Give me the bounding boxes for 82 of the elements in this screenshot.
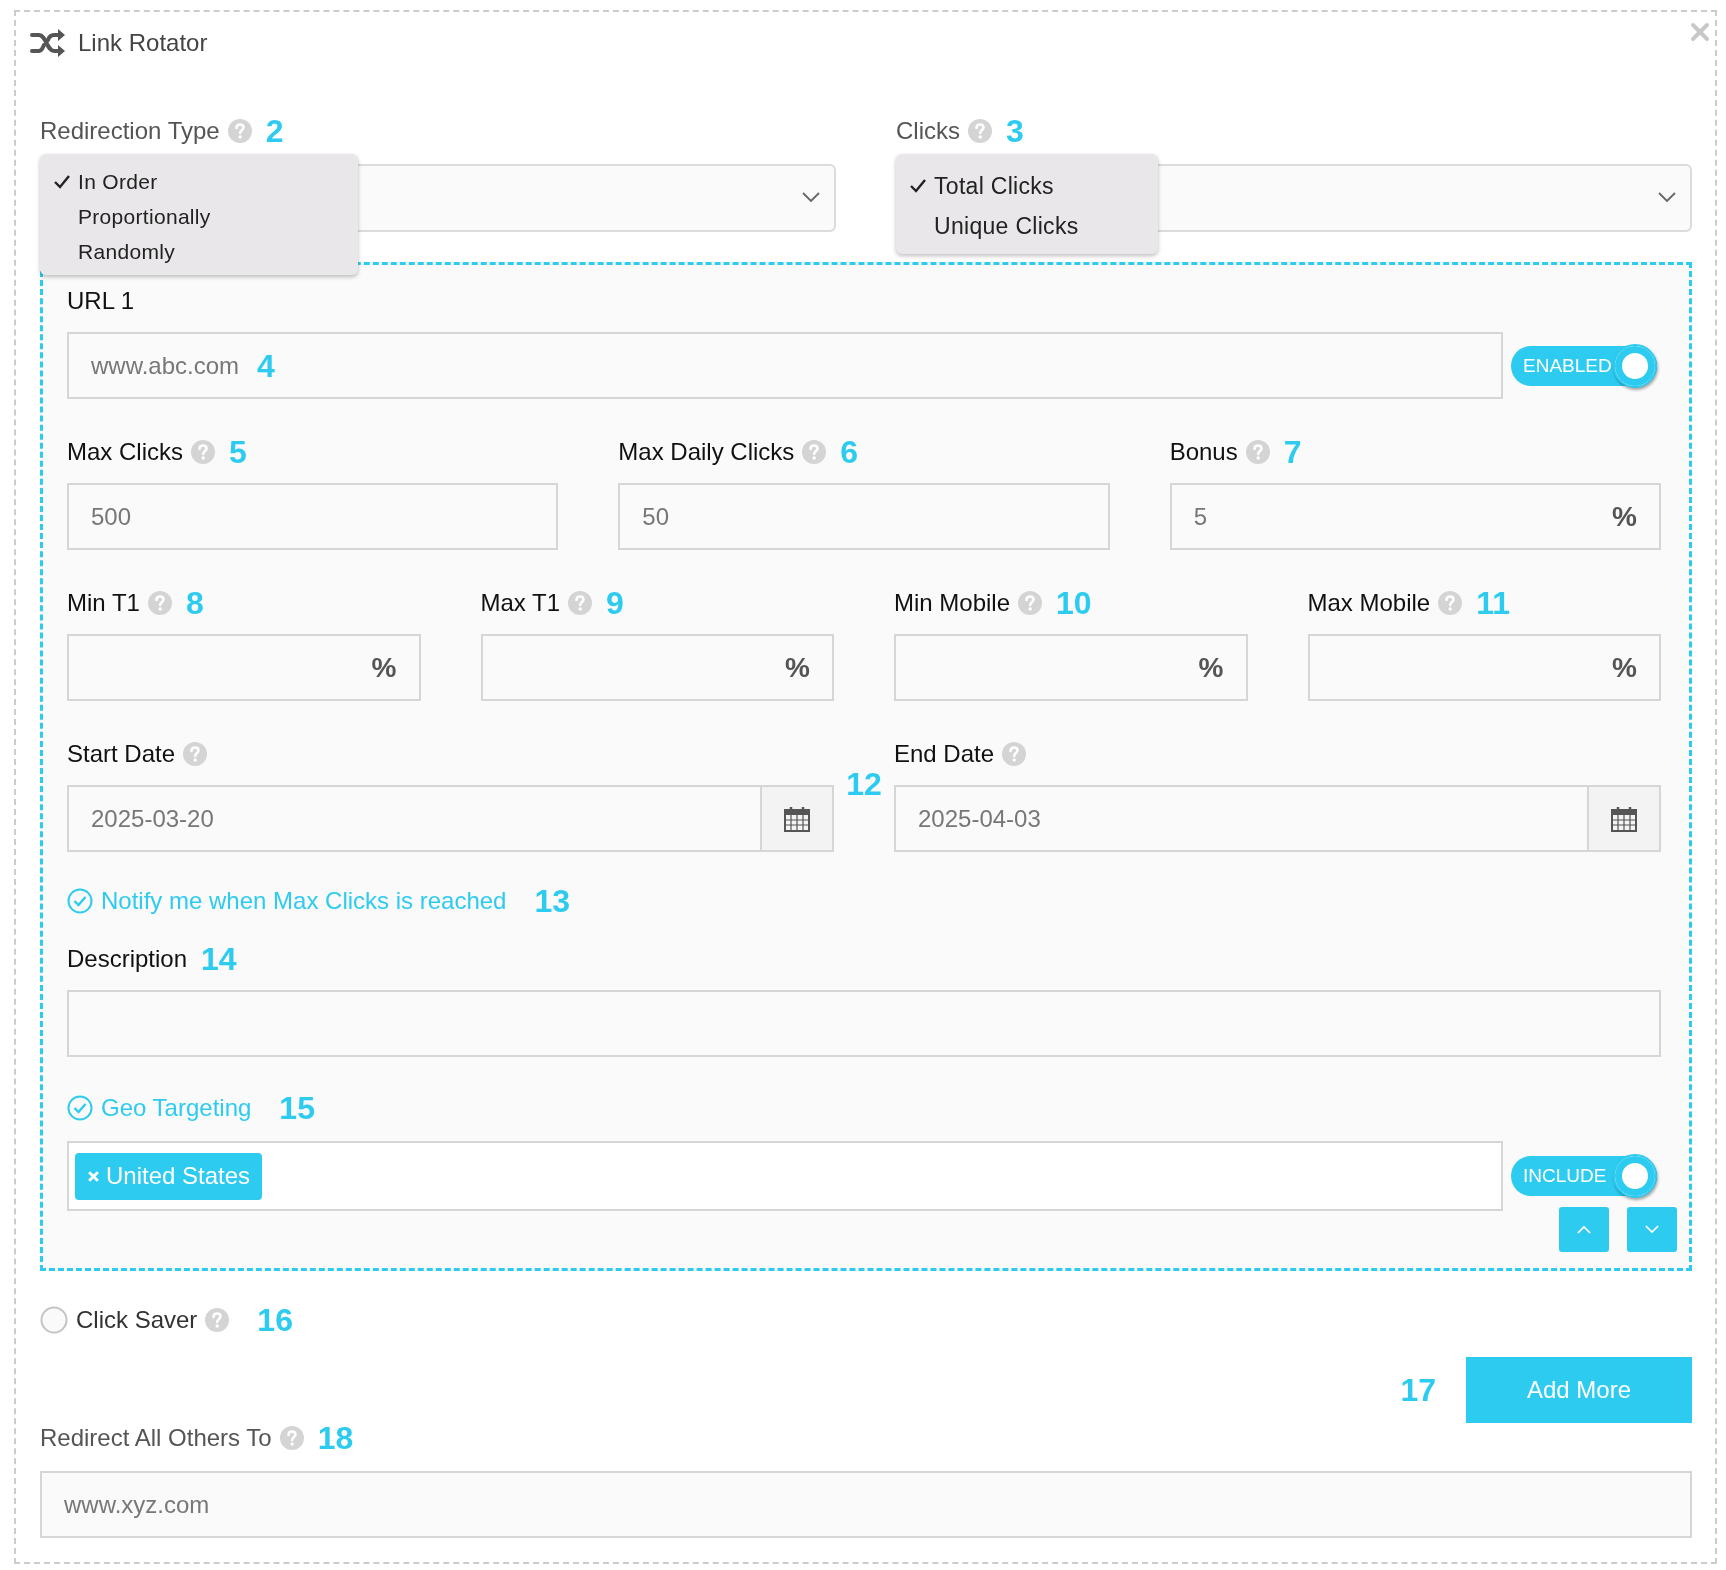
number-field[interactable]: 5 %	[1169, 483, 1661, 550]
help-icon[interactable]	[568, 591, 593, 615]
percent-sign: %	[371, 651, 397, 684]
percent-field[interactable]: %	[67, 634, 421, 701]
percent-field[interactable]: %	[894, 634, 1248, 701]
percent-sign: %	[1612, 651, 1637, 684]
annotation-number: 13	[534, 886, 571, 916]
menu-item[interactable]: Randomly	[40, 234, 358, 269]
close-icon[interactable]	[1690, 22, 1710, 42]
percent-field[interactable]: %	[480, 634, 834, 701]
field-label: Clicks	[896, 116, 960, 146]
field-label: Max Daily Clicks	[618, 437, 795, 467]
help-icon[interactable]	[1018, 591, 1043, 615]
number-field[interactable]: 50	[618, 483, 1110, 550]
annotation-number: 12	[846, 769, 882, 804]
help-icon[interactable]	[147, 591, 172, 615]
annotation-number: 15	[279, 1093, 315, 1123]
move-up-button[interactable]	[1559, 1207, 1609, 1252]
percent-sign: %	[1612, 500, 1637, 533]
shuffle-icon	[30, 29, 66, 57]
annotation-number: 6	[840, 437, 859, 467]
field-label: Max T1	[480, 588, 561, 618]
chevron-up-icon	[1577, 1225, 1591, 1234]
date-field[interactable]: 2025-03-20	[67, 785, 834, 852]
annotation-number: 18	[317, 1423, 354, 1453]
help-icon[interactable]	[1438, 591, 1463, 615]
url-field[interactable]: www.abc.com 4	[67, 332, 1503, 399]
field-label: Min T1	[67, 588, 140, 618]
number-field[interactable]: 500	[67, 483, 559, 550]
field-label: End Date	[894, 739, 995, 769]
check-circle-icon[interactable]	[67, 888, 93, 914]
annotation-number: 5	[229, 437, 247, 467]
description-field[interactable]	[67, 990, 1661, 1057]
help-icon[interactable]	[968, 119, 992, 143]
percent-sign: %	[1198, 651, 1224, 684]
help-icon[interactable]	[205, 1308, 230, 1332]
percent-sign: %	[785, 651, 810, 684]
percent-field[interactable]: %	[1307, 634, 1661, 701]
chevron-down-icon	[1658, 192, 1676, 202]
help-icon[interactable]	[279, 1426, 304, 1450]
chevron-down-icon	[1645, 1225, 1659, 1234]
annotation-number: 11	[1476, 588, 1511, 618]
menu-item[interactable]: In Order	[40, 164, 358, 199]
annotation-number: 3	[1006, 116, 1024, 146]
annotation-number: 16	[257, 1305, 293, 1335]
calendar-icon[interactable]	[1611, 805, 1637, 832]
chevron-down-icon	[802, 192, 820, 202]
move-down-button[interactable]	[1627, 1207, 1677, 1252]
option-label[interactable]: Click Saver	[76, 1305, 198, 1335]
check-circle-icon[interactable]	[67, 1095, 93, 1121]
field-label: Bonus	[1169, 437, 1238, 467]
radio-button[interactable]	[40, 1306, 68, 1334]
annotation-number: 7	[1283, 437, 1302, 467]
menu-item[interactable]: Proportionally	[40, 199, 358, 234]
window-title: Link Rotator	[78, 29, 208, 57]
help-icon[interactable]	[191, 440, 215, 464]
field-label: Max Mobile	[1307, 588, 1431, 618]
menu-item[interactable]: Total Clicks	[896, 166, 1158, 206]
annotation-number: 17	[1400, 1375, 1436, 1405]
field-label: Description	[67, 944, 188, 974]
annotation-number: 9	[606, 588, 624, 618]
annotation-number: 14	[201, 944, 237, 974]
field-label: Redirect All Others To	[40, 1423, 272, 1453]
calendar-icon[interactable]	[784, 805, 810, 832]
help-icon[interactable]	[227, 119, 252, 143]
field-label: URL 1	[67, 286, 135, 316]
help-icon[interactable]	[1002, 742, 1027, 766]
field-label: Start Date	[67, 739, 176, 769]
field-label: Min Mobile	[894, 588, 1011, 618]
annotation-number: 10	[1056, 588, 1092, 618]
field-label: Redirection Type	[40, 116, 220, 146]
help-icon[interactable]	[802, 440, 827, 464]
help-icon[interactable]	[1245, 440, 1270, 464]
annotation-number: 4	[257, 350, 275, 381]
remove-icon[interactable]	[87, 1169, 100, 1183]
help-icon[interactable]	[183, 742, 208, 766]
date-field[interactable]: 2025-04-03	[894, 785, 1661, 852]
menu-item[interactable]: Unique Clicks	[896, 206, 1158, 246]
annotation-number: 2	[265, 116, 284, 146]
field-label: Max Clicks	[67, 437, 183, 467]
annotation-number: 8	[185, 588, 204, 618]
url-field[interactable]: www.xyz.com	[40, 1471, 1692, 1538]
